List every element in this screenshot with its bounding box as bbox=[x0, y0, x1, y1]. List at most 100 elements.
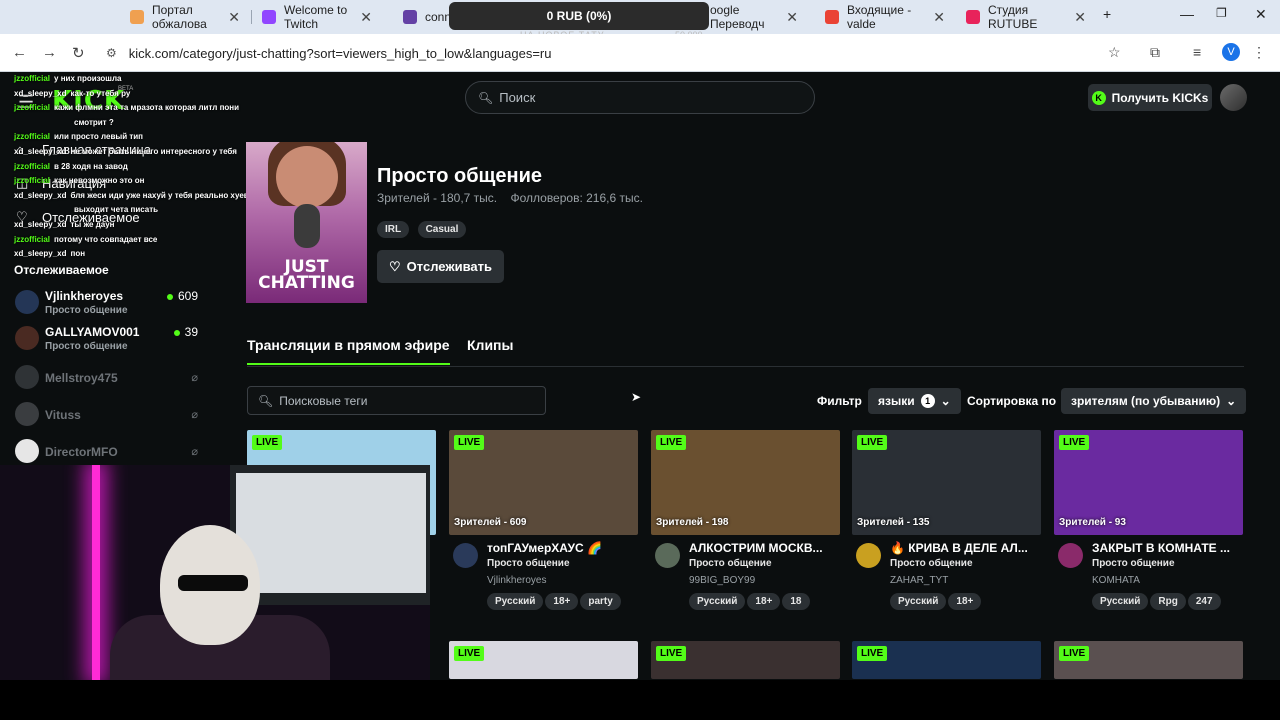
stream-tags: Русский 18+ bbox=[890, 591, 983, 610]
avatar[interactable] bbox=[856, 543, 881, 568]
chat-text: бля жеси иди уже нахуй у тебя реально ху… bbox=[70, 190, 254, 200]
stream-tag[interactable]: 247 bbox=[1187, 593, 1221, 610]
back-icon[interactable]: ← bbox=[12, 44, 27, 61]
stream-card[interactable]: LIVE Зрителей - 198 АЛКОСТРИМ МОСКВ... Прос… bbox=[651, 430, 840, 620]
stream-category[interactable]: Просто общение bbox=[487, 558, 570, 569]
close-icon[interactable]: ✕ bbox=[786, 9, 798, 26]
browser-tab[interactable]: conne bbox=[393, 4, 458, 30]
get-kicks-button[interactable]: K Получить KICKs bbox=[1088, 84, 1212, 111]
channel-name[interactable]: ZAHAR_TYT bbox=[890, 575, 948, 586]
close-icon[interactable]: ✕ bbox=[228, 9, 240, 26]
extensions-icon[interactable]: ⧉ bbox=[1150, 44, 1160, 61]
stream-category[interactable]: Просто общение bbox=[689, 558, 772, 569]
browser-tab[interactable]: oogle Переводч ✕ bbox=[700, 3, 808, 31]
rutube-icon bbox=[966, 10, 980, 24]
stream-tag[interactable]: Русский bbox=[890, 593, 947, 610]
stream-card[interactable]: LIVE Зрителей - 135 🔥 КРИВА В ДЕЛЕ АЛ... Пр… bbox=[852, 430, 1041, 620]
stream-thumbnail[interactable]: LIVE Зрителей - 93 bbox=[1054, 430, 1243, 535]
followed-channel[interactable]: Vjlinkheroyes Просто общение 609 bbox=[15, 287, 215, 321]
stream-thumbnail[interactable]: LIVE bbox=[449, 641, 638, 679]
close-icon[interactable]: ✕ bbox=[1074, 9, 1086, 26]
category-followers: Фолловеров: 216,6 тыс. bbox=[510, 191, 643, 205]
stream-tag[interactable]: 18+ bbox=[948, 593, 982, 610]
stream-tag[interactable]: 18+ bbox=[747, 593, 781, 610]
stream-title[interactable]: АЛКОСТРИМ МОСКВ... bbox=[689, 541, 839, 555]
stream-tag[interactable]: party bbox=[580, 593, 621, 610]
stream-card[interactable]: LIVE Зрителей - 609 топГАУмерХАУС 🌈 Просто … bbox=[449, 430, 638, 620]
kicks-coin-icon: K bbox=[1091, 90, 1106, 105]
profile-avatar[interactable]: V bbox=[1222, 43, 1240, 61]
stream-title[interactable]: ЗАКРЫТ В КОМНАТЕ ... bbox=[1092, 541, 1242, 555]
stream-tag[interactable]: Русский bbox=[1092, 593, 1149, 610]
tab-clips[interactable]: Клипы bbox=[467, 337, 513, 353]
minimize-icon[interactable]: — bbox=[1180, 6, 1194, 22]
content-tabs: Трансляции в прямом эфире Клипы bbox=[247, 337, 1244, 367]
stream-thumbnail[interactable]: LIVE Зрителей - 609 bbox=[449, 430, 638, 535]
stream-thumbnail[interactable]: LIVE bbox=[651, 641, 840, 679]
stream-thumbnail[interactable]: LIVE bbox=[852, 641, 1041, 679]
browser-tab[interactable]: Входящие - valde ✕ bbox=[815, 3, 955, 31]
viewer-count: 39 bbox=[174, 325, 198, 339]
tab-favicon-icon bbox=[130, 10, 144, 24]
stream-thumbnail[interactable]: LIVE Зрителей - 198 bbox=[651, 430, 840, 535]
close-window-icon[interactable]: ✕ bbox=[1255, 6, 1267, 23]
sort-dropdown[interactable]: зрителям (по убыванию) ⌄ bbox=[1061, 388, 1247, 414]
stream-card[interactable]: LIVE bbox=[1054, 641, 1243, 679]
browser-tab[interactable]: Welcome to Twitch ✕ bbox=[252, 3, 382, 31]
stream-tag[interactable]: 18+ bbox=[545, 593, 579, 610]
followed-channel[interactable]: Vituss ⌀ bbox=[15, 399, 215, 433]
stream-tag[interactable]: 18 bbox=[782, 593, 810, 610]
follow-button[interactable]: ♡ Отслеживать bbox=[377, 250, 504, 283]
viewer-count: Зрителей - 198 bbox=[656, 517, 729, 528]
chat-text: смотрит ? bbox=[74, 117, 114, 127]
avatar[interactable] bbox=[453, 543, 478, 568]
languages-dropdown[interactable]: языки 1 ⌄ bbox=[868, 388, 961, 414]
stream-tag[interactable]: Русский bbox=[689, 593, 746, 610]
reload-icon[interactable]: ↻ bbox=[72, 44, 85, 62]
stream-card[interactable]: LIVE bbox=[852, 641, 1041, 679]
stream-card[interactable]: LIVE bbox=[651, 641, 840, 679]
chat-text: как невозможно это он bbox=[54, 176, 145, 186]
avatar[interactable] bbox=[655, 543, 680, 568]
close-icon[interactable]: ✕ bbox=[933, 9, 945, 26]
url-field[interactable]: ⚙ kick.com/category/just-chatting?sort=v… bbox=[98, 39, 1138, 67]
menu-icon[interactable]: ⋮ bbox=[1252, 44, 1266, 61]
stream-thumbnail[interactable]: LIVE Зрителей - 135 bbox=[852, 430, 1041, 535]
browser-tab[interactable]: Портал обжалова ✕ bbox=[120, 3, 250, 31]
site-info-icon[interactable]: ⚙ bbox=[106, 46, 117, 60]
search-input[interactable]: 🔍︎ Поиск bbox=[465, 81, 815, 114]
chat-username: jzzofficial bbox=[14, 234, 51, 244]
stream-tag[interactable]: Русский bbox=[487, 593, 544, 610]
new-tab-button[interactable]: + bbox=[1103, 6, 1111, 22]
stream-tags: Русский Rpg 247 bbox=[1092, 591, 1223, 610]
channel-name[interactable]: Vjlinkheroyes bbox=[487, 575, 546, 586]
stream-tag[interactable]: Rpg bbox=[1150, 593, 1186, 610]
stream-title[interactable]: 🔥 КРИВА В ДЕЛЕ АЛ... bbox=[890, 541, 1040, 555]
category-viewers: Зрителей - 180,7 тыс. bbox=[377, 191, 498, 205]
tab-live[interactable]: Трансляции в прямом эфире bbox=[247, 337, 450, 365]
stream-card[interactable]: LIVE bbox=[449, 641, 638, 679]
forward-icon[interactable]: → bbox=[42, 44, 57, 61]
followed-channel[interactable]: GALLYAMOV001 Просто общение 39 bbox=[15, 323, 215, 357]
tag-irl[interactable]: IRL bbox=[377, 221, 410, 238]
category-stats: Зрителей - 180,7 тыс. Фолловеров: 216,6 … bbox=[377, 191, 653, 205]
tag-casual[interactable]: Casual bbox=[417, 221, 467, 238]
followed-channel[interactable]: Mellstroy475 ⌀ bbox=[15, 362, 215, 396]
tag-search-input[interactable]: 🔍︎ Поисковые теги bbox=[247, 386, 546, 415]
user-avatar[interactable] bbox=[1220, 84, 1247, 111]
browser-tab[interactable]: Студия RUTUBE ✕ bbox=[956, 3, 1096, 31]
stream-category[interactable]: Просто общение bbox=[1092, 558, 1175, 569]
stream-thumbnail[interactable]: LIVE bbox=[1054, 641, 1243, 679]
stream-title[interactable]: топГАУмерХАУС 🌈 bbox=[487, 541, 637, 555]
stream-category[interactable]: Просто общение bbox=[890, 558, 973, 569]
channel-name[interactable]: KOMHATA bbox=[1092, 575, 1140, 586]
live-badge: LIVE bbox=[454, 646, 485, 661]
avatar[interactable] bbox=[1058, 543, 1083, 568]
close-icon[interactable]: ✕ bbox=[360, 9, 372, 26]
maximize-icon[interactable]: ❐ bbox=[1216, 6, 1227, 20]
channel-name[interactable]: 99BIG_BOY99 bbox=[689, 575, 755, 586]
media-icon[interactable]: ≡ bbox=[1193, 44, 1201, 60]
category-tags: IRL Casual bbox=[377, 219, 470, 238]
bookmark-star-icon[interactable]: ☆ bbox=[1108, 44, 1121, 61]
stream-card[interactable]: LIVE Зрителей - 93 ЗАКРЫТ В КОМНАТЕ ... Про… bbox=[1054, 430, 1243, 620]
